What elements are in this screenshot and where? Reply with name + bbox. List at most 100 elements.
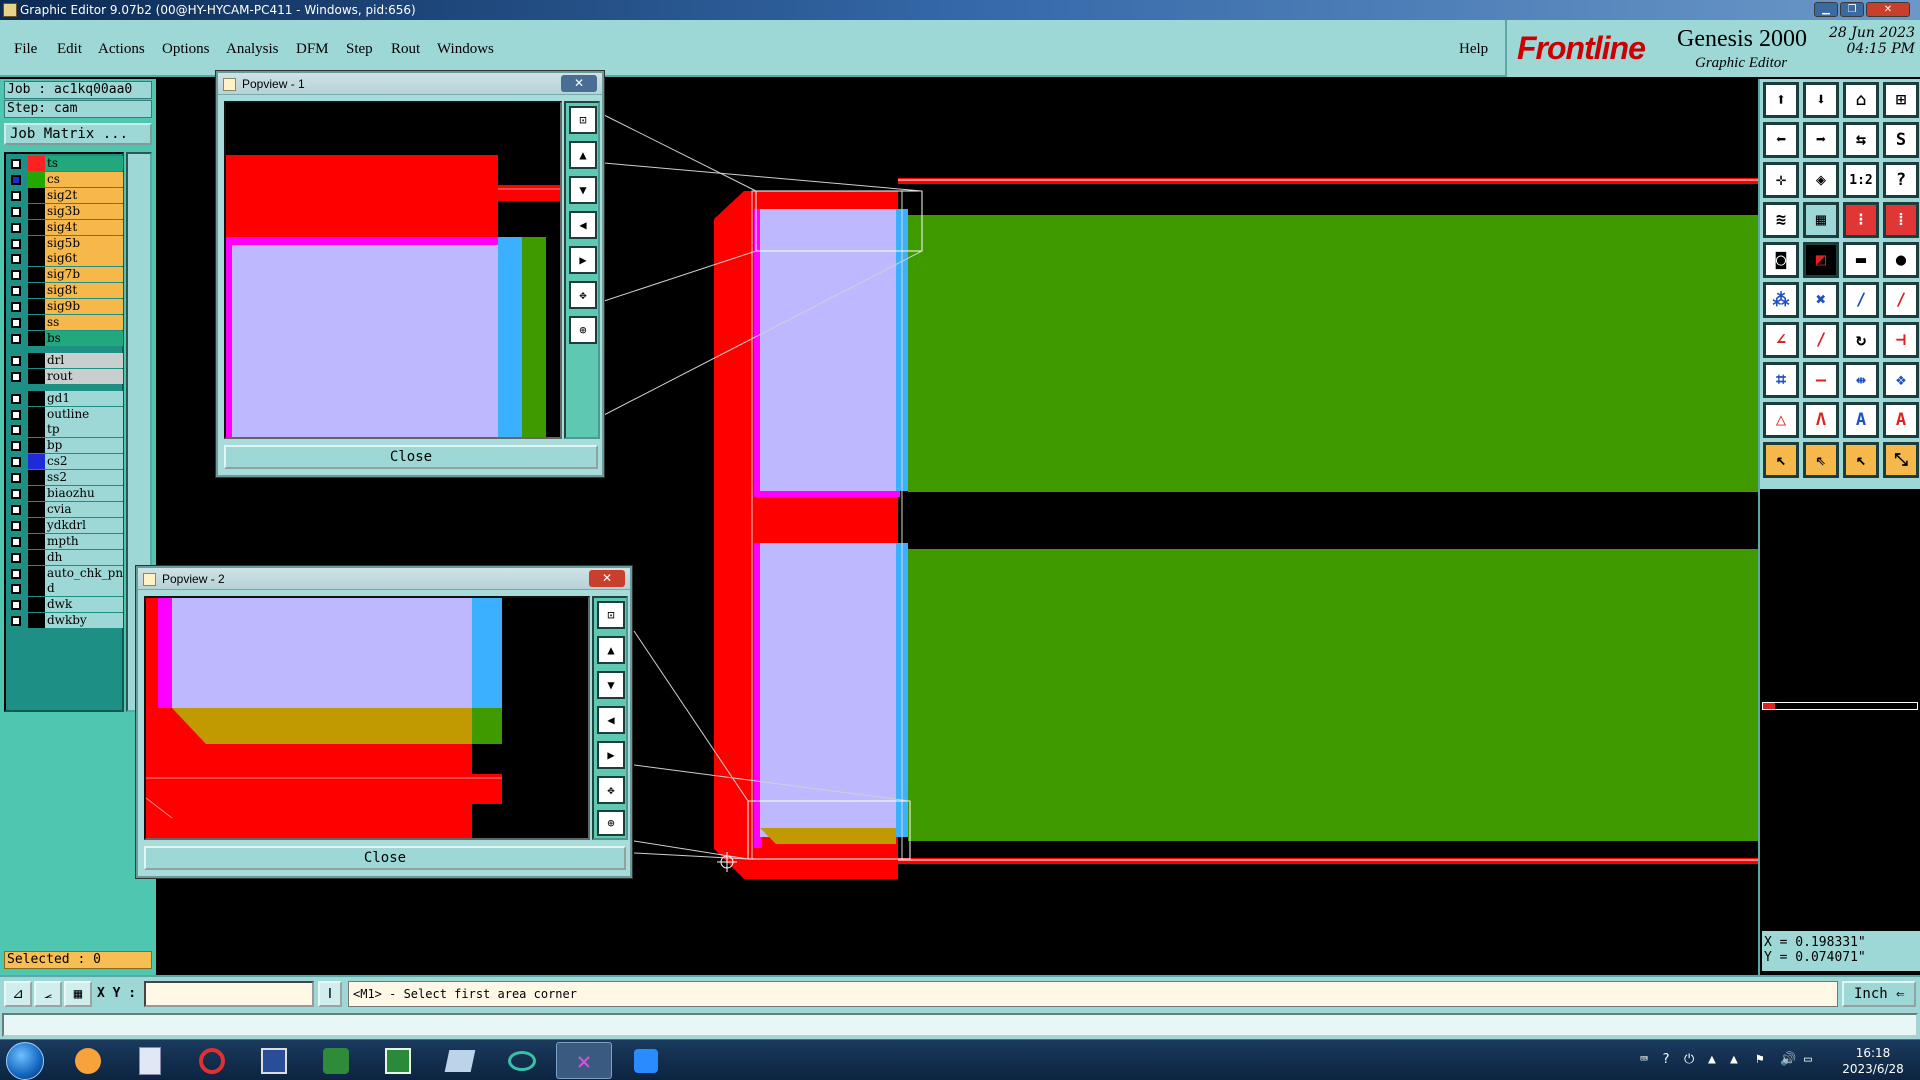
swap-icon[interactable]: ⇆ <box>1843 122 1879 158</box>
layer-checkbox[interactable] <box>11 302 21 313</box>
zoom-out-icon[interactable]: ⊕ <box>569 316 597 344</box>
layer-checkbox[interactable] <box>11 355 21 366</box>
layer-checkbox[interactable] <box>11 552 21 563</box>
link-icon[interactable]: ∕ <box>1843 282 1879 318</box>
circle-icon[interactable]: ● <box>1883 242 1919 278</box>
tray-network-icon[interactable]: ▲ <box>1730 1052 1738 1067</box>
layer-name[interactable]: dwkby <box>45 613 123 629</box>
layer-color-swatch[interactable] <box>28 565 45 581</box>
layer-color-swatch[interactable] <box>28 422 45 438</box>
layer-color-swatch[interactable] <box>28 235 45 251</box>
layer-row-tp[interactable]: tp <box>8 422 124 438</box>
menu-step[interactable]: Step <box>346 41 373 58</box>
pan-right-icon[interactable]: ▶ <box>569 246 597 274</box>
move-down-icon[interactable]: ⬇ <box>1803 82 1839 118</box>
layer-name[interactable]: sig8t <box>45 283 123 299</box>
layer-name[interactable]: sig9b <box>45 299 123 315</box>
zoom-center-icon[interactable]: ◈ <box>1803 162 1839 198</box>
layer-name[interactable]: biaozhu <box>45 486 123 501</box>
layer-color-swatch[interactable] <box>28 549 45 565</box>
menu-analysis[interactable]: Analysis <box>226 41 279 58</box>
menu-rout[interactable]: Rout <box>391 41 420 58</box>
layer-checkbox[interactable] <box>11 222 21 233</box>
taskbar-genesis-icon[interactable]: ✕ <box>556 1042 612 1079</box>
zoom-in-icon[interactable]: ✥ <box>569 281 597 309</box>
layer-name[interactable]: sig3b <box>45 203 123 219</box>
layer-row-ydkdrl[interactable]: ydkdrl <box>8 517 124 533</box>
layer-checkbox[interactable] <box>11 441 21 452</box>
layer-row-sig6t[interactable]: sig6t <box>8 251 124 267</box>
layer-row-biaozhu[interactable]: biaozhu <box>8 486 124 501</box>
popview-1-close-icon[interactable]: ✕ <box>561 75 597 92</box>
layer-row-sig4t[interactable]: sig4t <box>8 219 124 235</box>
maximize-button[interactable]: ❐ <box>1840 2 1864 17</box>
snap-off-icon[interactable]: ⁞ <box>1883 202 1919 238</box>
line-draw-icon[interactable]: ◩ <box>1803 242 1839 278</box>
layer-color-swatch[interactable] <box>28 156 45 171</box>
layer-color-swatch[interactable] <box>28 203 45 219</box>
layer-name[interactable]: gd1 <box>45 390 123 406</box>
pan-left-icon[interactable]: ◀ <box>569 211 597 239</box>
popview-1-close-button[interactable]: Close <box>224 445 598 469</box>
menu-windows[interactable]: Windows <box>437 41 494 58</box>
tray-help-icon[interactable]: ? <box>1662 1052 1670 1067</box>
angle-icon[interactable]: ∠ <box>1763 322 1799 358</box>
arc-icon[interactable]: ↻ <box>1843 322 1879 358</box>
tray-keyboard-icon[interactable]: ⌨ <box>1640 1052 1648 1067</box>
pan-left-icon[interactable]: ◀ <box>597 706 625 734</box>
layer-color-swatch[interactable] <box>28 390 45 406</box>
layer-checkbox[interactable] <box>11 190 21 201</box>
layer-checkbox[interactable] <box>11 489 21 499</box>
layer-name[interactable]: outline <box>45 406 123 422</box>
taskbar-feishu-icon[interactable] <box>618 1042 674 1079</box>
layer-name[interactable]: rout <box>45 368 123 384</box>
angle-mode-icon[interactable]: ⦟ <box>34 981 62 1007</box>
layer-color-swatch[interactable] <box>28 283 45 299</box>
layer-checkbox[interactable] <box>11 174 21 185</box>
layer-checkbox[interactable] <box>11 616 21 627</box>
layer-row-mpth[interactable]: mpth <box>8 533 124 549</box>
split-icon[interactable]: ⊣ <box>1883 322 1919 358</box>
layer-row-ts[interactable]: ts <box>8 156 124 171</box>
taskbar-browser-icon[interactable] <box>184 1042 240 1079</box>
layer-row-dwk[interactable]: dwk <box>8 597 124 613</box>
layer-name[interactable]: cvia <box>45 501 123 517</box>
pan-down-icon[interactable]: ▼ <box>597 671 625 699</box>
layer-checkbox[interactable] <box>11 584 21 595</box>
popview-1-viewport[interactable] <box>224 101 562 439</box>
close-window-button[interactable]: ✕ <box>1866 2 1910 17</box>
layer-name[interactable]: bp <box>45 438 123 454</box>
triangle-icon[interactable]: △ <box>1763 402 1799 438</box>
popview-2-close-button[interactable]: Close <box>144 846 626 870</box>
taskbar-files-icon[interactable] <box>432 1042 488 1079</box>
layer-color-swatch[interactable] <box>28 368 45 384</box>
layer-checkbox[interactable] <box>11 568 21 579</box>
zoom-in-icon[interactable]: ✥ <box>597 776 625 804</box>
layer-checkbox[interactable] <box>11 333 21 344</box>
layer-color-swatch[interactable] <box>28 517 45 533</box>
tray-display-icon[interactable]: ▭ <box>1804 1052 1812 1067</box>
taskbar-notepad-icon[interactable] <box>122 1042 178 1079</box>
layer-color-swatch[interactable] <box>28 315 45 330</box>
layer-row-d[interactable]: d <box>8 581 124 597</box>
layer-color-swatch[interactable] <box>28 613 45 629</box>
layer-color-swatch[interactable] <box>28 187 45 203</box>
move-right-icon[interactable]: ➡ <box>1803 122 1839 158</box>
layer-name[interactable]: sig6t <box>45 251 123 267</box>
layer-row-dwkby[interactable]: dwkby <box>8 613 124 629</box>
taskbar-tool-icon[interactable] <box>494 1042 550 1079</box>
layer-list[interactable]: ts=cssig2tsig3bsig4tsig5bsig6tsig7bsig8t… <box>4 152 124 712</box>
select-path-icon[interactable]: ⤡ <box>1883 442 1919 478</box>
layer-color-swatch[interactable] <box>28 454 45 470</box>
layer-name[interactable]: tp <box>45 422 123 438</box>
resize-icon[interactable]: ⇹ <box>1843 362 1879 398</box>
window-split-icon[interactable]: ⊞ <box>1883 82 1919 118</box>
snap-mode-icon[interactable]: ⊿ <box>4 981 32 1007</box>
menu-file[interactable]: File <box>14 41 37 58</box>
layer-row-sig7b[interactable]: sig7b <box>8 267 124 283</box>
layer-checkbox[interactable] <box>11 318 21 328</box>
layer-name[interactable]: sig2t <box>45 187 123 203</box>
zoom-home-icon[interactable]: ⊡ <box>569 106 597 134</box>
layer-color-swatch[interactable] <box>28 501 45 517</box>
pan-right-icon[interactable]: ▶ <box>597 741 625 769</box>
